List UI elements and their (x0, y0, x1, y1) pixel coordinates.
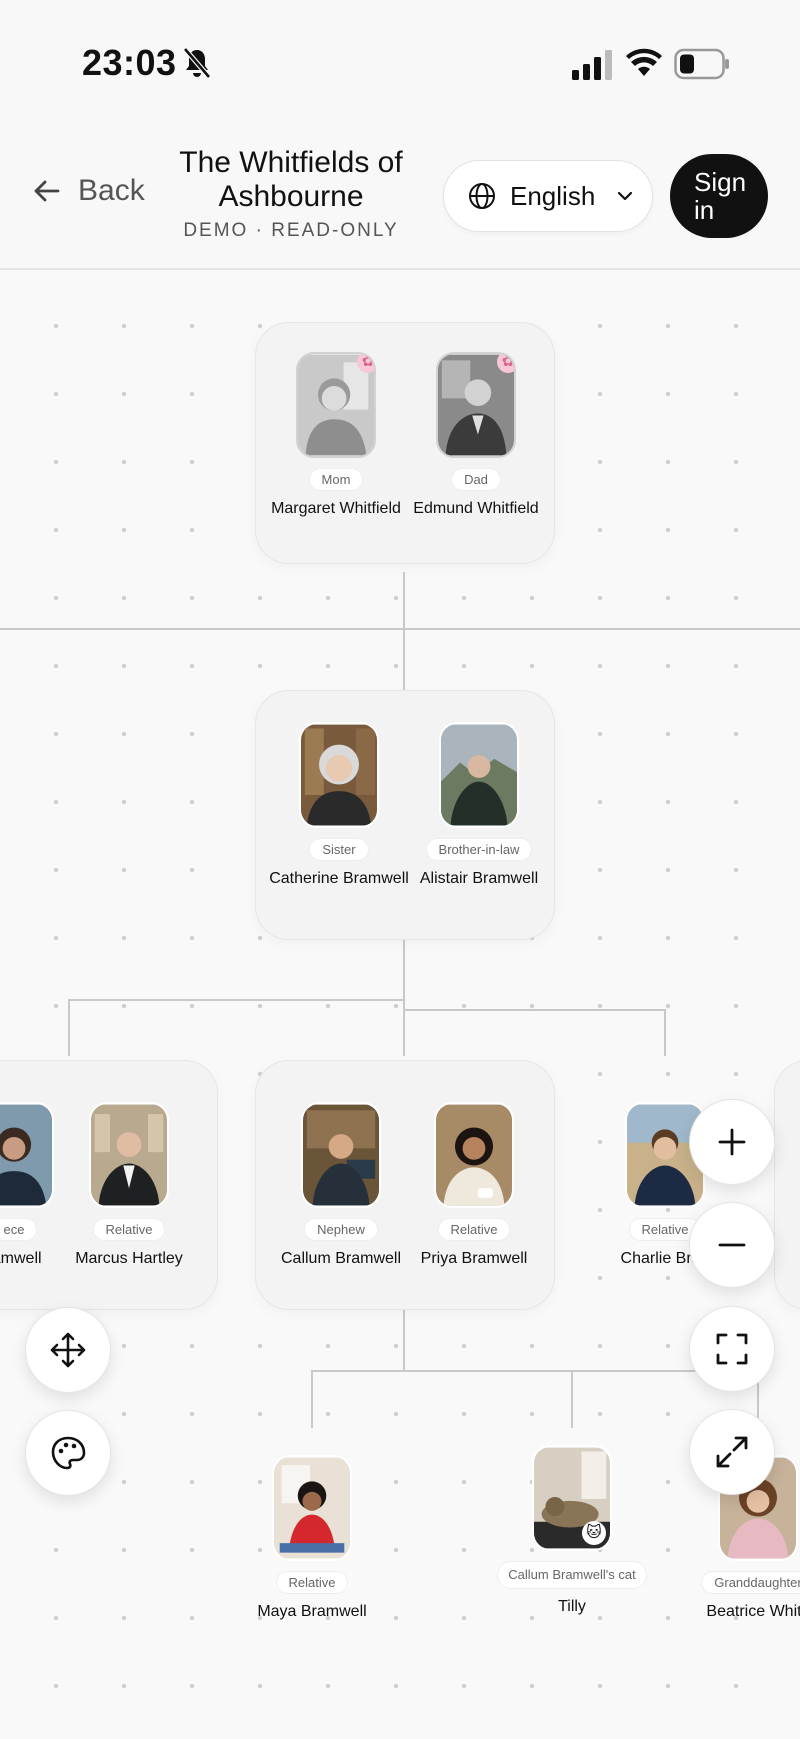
person-name: Tilly (558, 1598, 586, 1615)
page-subtitle: DEMO · READ-ONLY (183, 220, 399, 241)
fullscreen-button[interactable] (689, 1409, 775, 1495)
back-label: Back (78, 174, 145, 207)
person-photo: ✿ (296, 352, 376, 458)
theme-button[interactable] (25, 1410, 111, 1496)
page-title: The Whitfields of Ashbourne (179, 146, 403, 213)
relation-label: Nephew (304, 1218, 378, 1241)
person-photo (0, 1102, 54, 1208)
relation-label: Dad (451, 468, 501, 491)
person-photo (301, 1102, 381, 1208)
language-label: English (510, 180, 596, 211)
person-photo (434, 1102, 514, 1208)
palette-icon (51, 1436, 86, 1470)
wifi-icon (626, 48, 662, 76)
language-selector[interactable]: English (443, 160, 653, 232)
page-title-block: The Whitfields of Ashbourne DEMO · READ-… (160, 146, 422, 242)
person-edmund[interactable]: ✿ Dad Edmund Whitfield (401, 352, 551, 518)
relation-label: Relative (92, 1218, 166, 1241)
relation-label: Granddaughter (701, 1571, 800, 1594)
zoom-in-button[interactable] (689, 1099, 775, 1185)
plus-icon (718, 1128, 746, 1156)
relation-label: Relative (437, 1218, 511, 1241)
person-name: Beatrice Whitfi (706, 1603, 800, 1620)
globe-icon (469, 183, 495, 209)
person-name: Catherine Bramwell (269, 870, 409, 887)
person-name: Callum Bramwell (280, 1250, 402, 1267)
status-bar: 23:03 (0, 0, 800, 120)
pan-mode-button[interactable] (25, 1307, 111, 1393)
person-photo (439, 722, 519, 828)
person-name: Maya Bramwell (257, 1603, 367, 1620)
person-name: Margaret Whitfield (271, 500, 401, 517)
person-tilly[interactable]: 🐱 Callum Bramwell's cat Tilly (497, 1445, 647, 1616)
move-icon (50, 1332, 86, 1368)
minus-icon (718, 1243, 746, 1247)
person-alistair[interactable]: Brother-in-law Alistair Bramwell (404, 722, 554, 888)
chevron-down-icon (618, 191, 633, 201)
person-photo: 🐱 (532, 1445, 612, 1551)
relation-label: Sister (309, 838, 369, 861)
person-callum[interactable]: Nephew Callum Bramwell (266, 1102, 416, 1268)
person-photo (272, 1455, 352, 1561)
arrow-left-icon (34, 180, 60, 202)
bell-muted-icon (183, 47, 211, 79)
person-name: Alistair Bramwell (419, 870, 539, 887)
person-photo (89, 1102, 169, 1208)
cellular-signal-icon (572, 50, 612, 80)
relation-label: Mom (308, 468, 364, 491)
battery-icon (674, 48, 729, 80)
expand-icon (716, 1436, 748, 1468)
relation-label: Brother-in-law (425, 838, 533, 861)
person-marcus[interactable]: Relative Marcus Hartley (54, 1102, 204, 1268)
person-photo (299, 722, 379, 828)
sign-in-button[interactable]: Sign in (670, 154, 768, 238)
person-priya[interactable]: Relative Priya Bramwell (399, 1102, 549, 1268)
memorial-flower-badge: ✿ (357, 354, 374, 373)
person-name: Marcus Hartley (75, 1250, 183, 1267)
person-margaret[interactable]: ✿ Mom Margaret Whitfield (261, 352, 411, 518)
family-tree-canvas[interactable]: ✿ Mom Margaret Whitfield ✿ Dad Edmund Wh… (0, 272, 800, 1739)
fit-to-screen-button[interactable] (689, 1306, 775, 1392)
person-name: Edmund Whitfield (413, 500, 539, 517)
zoom-out-button[interactable] (689, 1202, 775, 1288)
clock: 23:03 (82, 42, 177, 83)
person-photo: ✿ (436, 352, 516, 458)
relation-label: Callum Bramwell's cat (497, 1561, 647, 1589)
back-button[interactable]: Back (32, 174, 145, 208)
memorial-flower-badge: ✿ (497, 354, 514, 373)
app-header: Back The Whitfields of Ashbourne DEMO · … (0, 120, 800, 270)
person-name: Priya Bramwell (420, 1250, 528, 1267)
fit-screen-icon (716, 1333, 748, 1365)
person-catherine[interactable]: Sister Catherine Bramwell (264, 722, 414, 888)
relation-label: ece (0, 1218, 38, 1241)
relation-label: Relative (275, 1571, 349, 1594)
pet-badge: 🐱 (582, 1521, 606, 1545)
couple-card-right-edge[interactable] (774, 1060, 800, 1310)
person-maya[interactable]: Relative Maya Bramwell (237, 1455, 387, 1621)
